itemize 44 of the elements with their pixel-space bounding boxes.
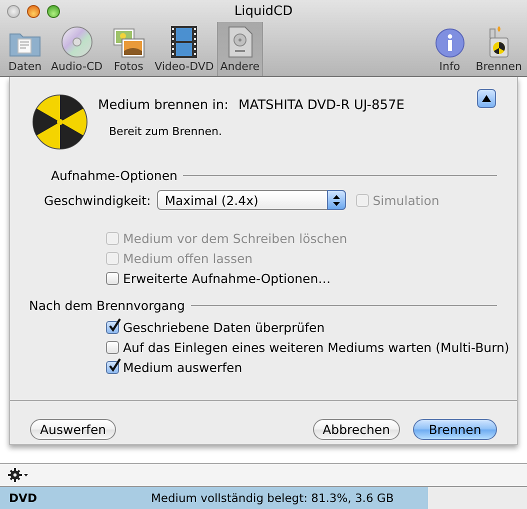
window-title: LiquidCD <box>234 4 293 18</box>
toolbar-button[interactable]: Fotos <box>106 22 152 76</box>
toolbar-button[interactable]: Daten <box>2 22 48 76</box>
gear-menu-icon[interactable] <box>8 468 28 482</box>
toolbar-button[interactable]: Brennen <box>472 22 525 76</box>
close-button[interactable] <box>7 4 20 18</box>
checkbox-label: Medium auswerfen <box>123 360 242 374</box>
toolbar-button[interactable]: Andere <box>216 22 263 76</box>
zoom-button[interactable] <box>47 4 60 18</box>
checkbox-label: Auf das Einlegen eines weiteren Mediums warten (Multi-Burn) <box>123 340 510 354</box>
photos-icon <box>112 28 145 58</box>
destination-label: Medium brennen in: <box>98 98 229 113</box>
checkbox-label: Simulation <box>372 192 440 208</box>
section-title: Aufnahme-Optionen <box>51 168 178 183</box>
speed-popup[interactable]: Maximal (2.4x) <box>156 190 346 210</box>
drive-name: MATSHITA DVD-R UJ-857E <box>238 98 405 113</box>
checkbox[interactable] <box>106 320 119 334</box>
section-title: Nach dem Brennvorgang <box>29 298 185 313</box>
triangle-up-icon <box>482 95 491 102</box>
checkbox-label: Geschriebene Daten überprüfen <box>123 320 325 334</box>
checkbox-label: Erweiterte Aufnahme-Optionen… <box>123 270 331 286</box>
lighter-icon <box>486 24 511 58</box>
speed-label: Geschwindigkeit: <box>44 192 151 208</box>
checkbox[interactable] <box>106 272 119 284</box>
cd-icon <box>60 26 93 58</box>
push-button[interactable]: Abbrechen <box>312 419 400 440</box>
checkbox[interactable] <box>106 340 119 354</box>
film-icon <box>171 26 198 58</box>
toolbar-button[interactable]: Info <box>426 22 473 76</box>
status-message: Bereit zum Brennen. <box>108 125 223 138</box>
push-button[interactable]: Auswerfen <box>30 419 116 440</box>
minimize-button[interactable] <box>27 4 40 18</box>
radiation-icon <box>32 94 88 150</box>
checkbox-label: Medium offen lassen <box>123 250 253 266</box>
checkbox-label: Medium vor dem Schreiben löschen <box>123 230 348 246</box>
status-text: Medium vollständig belegt: 81.3%, 3.6 GB <box>151 491 394 505</box>
info-icon <box>434 28 465 58</box>
media-type: DVD <box>9 491 37 505</box>
default-button[interactable]: Brennen <box>413 419 497 440</box>
collapse-button[interactable] <box>477 89 496 108</box>
toolbar-button[interactable]: Video-DVD <box>152 22 217 76</box>
up-down-arrows-icon <box>332 194 340 206</box>
toolbar-button[interactable]: Audio-CD <box>48 22 106 76</box>
checkbox[interactable] <box>106 360 119 374</box>
